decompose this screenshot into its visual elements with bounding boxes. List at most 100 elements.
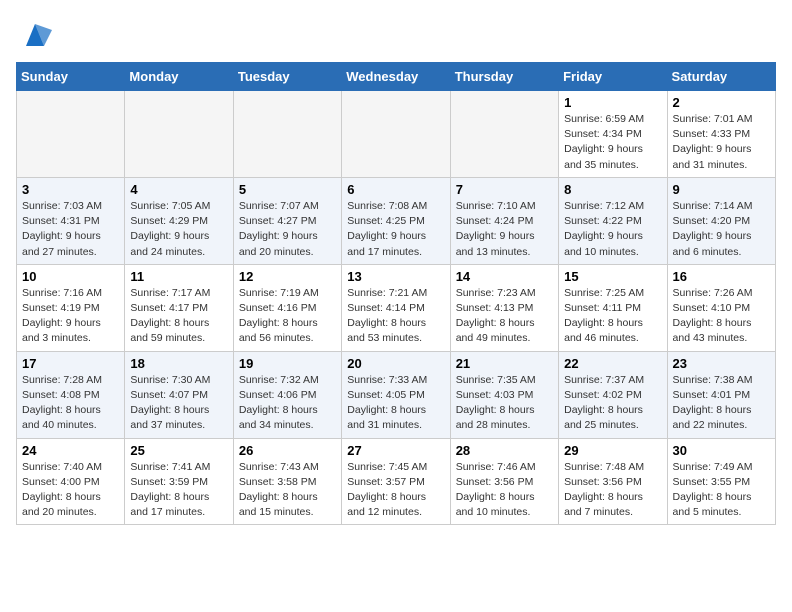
day-cell: 8 Sunrise: 7:12 AM Sunset: 4:22 PM Daylig… [559,177,667,264]
day-detail: Sunrise: 7:43 AM Sunset: 3:58 PM Dayligh… [239,460,336,521]
day-number: 5 [239,182,336,197]
day-number: 2 [673,95,770,110]
day-cell [233,91,341,178]
day-cell [125,91,233,178]
day-detail: Sunrise: 6:59 AM Sunset: 4:34 PM Dayligh… [564,112,661,173]
day-detail: Sunrise: 7:03 AM Sunset: 4:31 PM Dayligh… [22,199,119,260]
day-number: 12 [239,269,336,284]
day-detail: Sunrise: 7:49 AM Sunset: 3:55 PM Dayligh… [673,460,770,521]
day-detail: Sunrise: 7:16 AM Sunset: 4:19 PM Dayligh… [22,286,119,347]
day-cell: 13 Sunrise: 7:21 AM Sunset: 4:14 PM Dayli… [342,264,450,351]
logo [16,16,58,54]
day-cell: 29 Sunrise: 7:48 AM Sunset: 3:56 PM Dayli… [559,438,667,525]
day-number: 29 [564,443,661,458]
day-number: 18 [130,356,227,371]
day-detail: Sunrise: 7:35 AM Sunset: 4:03 PM Dayligh… [456,373,553,434]
day-cell: 22 Sunrise: 7:37 AM Sunset: 4:02 PM Dayli… [559,351,667,438]
day-number: 8 [564,182,661,197]
day-number: 11 [130,269,227,284]
day-cell: 21 Sunrise: 7:35 AM Sunset: 4:03 PM Dayli… [450,351,558,438]
day-number: 9 [673,182,770,197]
day-cell: 5 Sunrise: 7:07 AM Sunset: 4:27 PM Daylig… [233,177,341,264]
day-cell: 6 Sunrise: 7:08 AM Sunset: 4:25 PM Daylig… [342,177,450,264]
day-number: 30 [673,443,770,458]
day-number: 14 [456,269,553,284]
day-detail: Sunrise: 7:32 AM Sunset: 4:06 PM Dayligh… [239,373,336,434]
week-row-2: 3 Sunrise: 7:03 AM Sunset: 4:31 PM Daylig… [17,177,776,264]
day-cell: 30 Sunrise: 7:49 AM Sunset: 3:55 PM Dayli… [667,438,775,525]
day-cell: 9 Sunrise: 7:14 AM Sunset: 4:20 PM Daylig… [667,177,775,264]
calendar-header-row: SundayMondayTuesdayWednesdayThursdayFrid… [17,63,776,91]
day-detail: Sunrise: 7:26 AM Sunset: 4:10 PM Dayligh… [673,286,770,347]
day-detail: Sunrise: 7:28 AM Sunset: 4:08 PM Dayligh… [22,373,119,434]
day-detail: Sunrise: 7:21 AM Sunset: 4:14 PM Dayligh… [347,286,444,347]
day-cell: 3 Sunrise: 7:03 AM Sunset: 4:31 PM Daylig… [17,177,125,264]
day-cell: 1 Sunrise: 6:59 AM Sunset: 4:34 PM Daylig… [559,91,667,178]
week-row-5: 24 Sunrise: 7:40 AM Sunset: 4:00 PM Dayli… [17,438,776,525]
day-cell [342,91,450,178]
day-number: 3 [22,182,119,197]
day-number: 6 [347,182,444,197]
col-header-saturday: Saturday [667,63,775,91]
day-detail: Sunrise: 7:38 AM Sunset: 4:01 PM Dayligh… [673,373,770,434]
day-number: 17 [22,356,119,371]
logo-icon [16,16,54,54]
day-detail: Sunrise: 7:45 AM Sunset: 3:57 PM Dayligh… [347,460,444,521]
day-number: 20 [347,356,444,371]
day-cell: 15 Sunrise: 7:25 AM Sunset: 4:11 PM Dayli… [559,264,667,351]
day-detail: Sunrise: 7:46 AM Sunset: 3:56 PM Dayligh… [456,460,553,521]
day-number: 22 [564,356,661,371]
day-detail: Sunrise: 7:14 AM Sunset: 4:20 PM Dayligh… [673,199,770,260]
day-number: 15 [564,269,661,284]
day-cell: 26Sunrise: 7:43 AM Sunset: 3:58 PM Dayli… [233,438,341,525]
calendar-table: SundayMondayTuesdayWednesdayThursdayFrid… [16,62,776,525]
col-header-thursday: Thursday [450,63,558,91]
day-number: 10 [22,269,119,284]
week-row-4: 17 Sunrise: 7:28 AM Sunset: 4:08 PM Dayli… [17,351,776,438]
day-detail: Sunrise: 7:17 AM Sunset: 4:17 PM Dayligh… [130,286,227,347]
week-row-1: 1 Sunrise: 6:59 AM Sunset: 4:34 PM Daylig… [17,91,776,178]
day-number: 1 [564,95,661,110]
col-header-friday: Friday [559,63,667,91]
day-cell [17,91,125,178]
day-number: 21 [456,356,553,371]
day-number: 25 [130,443,227,458]
day-detail: Sunrise: 7:41 AM Sunset: 3:59 PM Dayligh… [130,460,227,521]
day-cell: 12 Sunrise: 7:19 AM Sunset: 4:16 PM Dayli… [233,264,341,351]
day-cell: 2Sunrise: 7:01 AM Sunset: 4:33 PM Daylig… [667,91,775,178]
day-detail: Sunrise: 7:25 AM Sunset: 4:11 PM Dayligh… [564,286,661,347]
day-number: 23 [673,356,770,371]
day-detail: Sunrise: 7:08 AM Sunset: 4:25 PM Dayligh… [347,199,444,260]
day-number: 27 [347,443,444,458]
day-cell: 11 Sunrise: 7:17 AM Sunset: 4:17 PM Dayli… [125,264,233,351]
day-number: 7 [456,182,553,197]
day-cell: 10 Sunrise: 7:16 AM Sunset: 4:19 PM Dayli… [17,264,125,351]
day-detail: Sunrise: 7:12 AM Sunset: 4:22 PM Dayligh… [564,199,661,260]
day-detail: Sunrise: 7:48 AM Sunset: 3:56 PM Dayligh… [564,460,661,521]
day-cell: 4Sunrise: 7:05 AM Sunset: 4:29 PM Daylig… [125,177,233,264]
day-cell: 23 Sunrise: 7:38 AM Sunset: 4:01 PM Dayli… [667,351,775,438]
day-number: 24 [22,443,119,458]
day-cell: 28Sunrise: 7:46 AM Sunset: 3:56 PM Dayli… [450,438,558,525]
day-cell: 18 Sunrise: 7:30 AM Sunset: 4:07 PM Dayli… [125,351,233,438]
day-cell [450,91,558,178]
col-header-monday: Monday [125,63,233,91]
day-detail: Sunrise: 7:07 AM Sunset: 4:27 PM Dayligh… [239,199,336,260]
col-header-sunday: Sunday [17,63,125,91]
day-number: 13 [347,269,444,284]
day-detail: Sunrise: 7:37 AM Sunset: 4:02 PM Dayligh… [564,373,661,434]
day-detail: Sunrise: 7:40 AM Sunset: 4:00 PM Dayligh… [22,460,119,521]
day-detail: Sunrise: 7:19 AM Sunset: 4:16 PM Dayligh… [239,286,336,347]
day-cell: 19 Sunrise: 7:32 AM Sunset: 4:06 PM Dayli… [233,351,341,438]
day-cell: 20Sunrise: 7:33 AM Sunset: 4:05 PM Dayli… [342,351,450,438]
header [16,16,776,54]
week-row-3: 10 Sunrise: 7:16 AM Sunset: 4:19 PM Dayli… [17,264,776,351]
day-number: 19 [239,356,336,371]
day-detail: Sunrise: 7:30 AM Sunset: 4:07 PM Dayligh… [130,373,227,434]
day-cell: 16Sunrise: 7:26 AM Sunset: 4:10 PM Dayli… [667,264,775,351]
day-cell: 25 Sunrise: 7:41 AM Sunset: 3:59 PM Dayli… [125,438,233,525]
day-cell: 24 Sunrise: 7:40 AM Sunset: 4:00 PM Dayli… [17,438,125,525]
day-cell: 27 Sunrise: 7:45 AM Sunset: 3:57 PM Dayli… [342,438,450,525]
day-detail: Sunrise: 7:10 AM Sunset: 4:24 PM Dayligh… [456,199,553,260]
day-cell: 14Sunrise: 7:23 AM Sunset: 4:13 PM Dayli… [450,264,558,351]
